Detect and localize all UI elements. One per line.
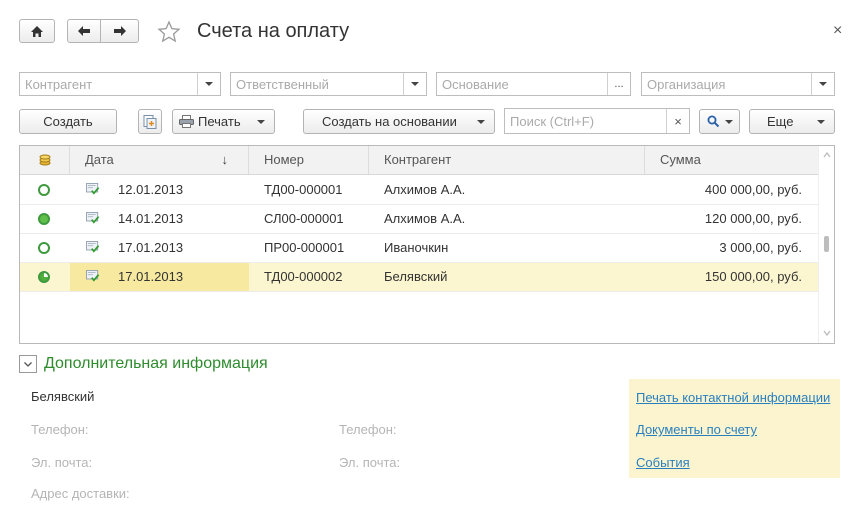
favorite-star-icon[interactable] bbox=[157, 20, 181, 44]
create-based-on-label: Создать на основании bbox=[322, 114, 457, 129]
printer-icon bbox=[179, 115, 194, 128]
phone-label-secondary: Телефон: bbox=[339, 422, 397, 437]
email-label-secondary: Эл. почта: bbox=[339, 455, 401, 470]
scroll-up-icon[interactable] bbox=[819, 150, 835, 160]
posted-document-icon bbox=[86, 183, 100, 195]
phone-label: Телефон: bbox=[31, 422, 89, 437]
date-cell: 17.01.2013 bbox=[70, 263, 249, 291]
arrow-left-icon bbox=[78, 26, 90, 36]
search-input-placeholder: Поиск (Ctrl+F) bbox=[510, 113, 595, 129]
payment-status-icon bbox=[38, 242, 50, 254]
amount-cell: 400 000,00, руб. bbox=[704, 182, 802, 197]
basis-filter[interactable]: Основание ... bbox=[436, 72, 631, 96]
date-cell: 17.01.2013 bbox=[70, 234, 249, 262]
email-label: Эл. почта: bbox=[31, 455, 93, 470]
coins-icon bbox=[39, 154, 51, 166]
basis-filter-placeholder: Основание bbox=[442, 76, 509, 92]
create-button[interactable]: Создать bbox=[19, 109, 117, 134]
chevron-down-icon bbox=[817, 120, 825, 124]
chevron-down-icon[interactable] bbox=[197, 73, 220, 95]
payment-status-icon bbox=[38, 184, 50, 196]
back-button[interactable] bbox=[67, 19, 101, 43]
table-row[interactable]: 14.01.2013 СЛ00-000001 Алхимов А.А. 120 000… bbox=[20, 205, 818, 234]
events-link[interactable]: События bbox=[636, 455, 690, 470]
home-button[interactable] bbox=[19, 19, 55, 43]
date-text: 14.01.2013 bbox=[118, 211, 184, 226]
close-icon[interactable]: × bbox=[833, 22, 842, 40]
scrollbar[interactable] bbox=[818, 146, 834, 343]
number-cell: ПР00-000001 bbox=[264, 240, 345, 255]
amount-cell: 120 000,00, руб. bbox=[704, 211, 802, 226]
contact-name: Белявский bbox=[31, 389, 95, 404]
chevron-down-icon[interactable] bbox=[811, 73, 834, 95]
sort-arrow-icon: ↓ bbox=[221, 152, 229, 167]
scrollbar-thumb[interactable] bbox=[824, 236, 829, 252]
counterparty-column-header[interactable]: Контрагент bbox=[369, 146, 645, 174]
search-options-button[interactable] bbox=[699, 109, 740, 134]
number-cell: ТД00-000002 bbox=[264, 269, 343, 284]
more-button[interactable]: Еще bbox=[749, 109, 835, 134]
chevron-down-icon bbox=[724, 119, 733, 124]
date-column-header[interactable]: Дата ↓ bbox=[70, 146, 249, 174]
invoices-table[interactable]: Дата ↓ Номер Контрагент Сумма 12.01.2013… bbox=[19, 145, 835, 344]
posted-document-icon bbox=[86, 212, 100, 224]
copy-document-icon bbox=[143, 114, 157, 129]
date-cell: 14.01.2013 bbox=[70, 205, 249, 233]
number-column-header[interactable]: Номер bbox=[249, 146, 369, 174]
payment-status-icon bbox=[38, 213, 50, 225]
posted-document-icon bbox=[86, 241, 100, 253]
chevron-down-icon[interactable] bbox=[403, 73, 426, 95]
home-icon bbox=[31, 25, 43, 37]
print-button[interactable]: Печать bbox=[172, 109, 275, 134]
table-row[interactable]: 17.01.2013 ПР00-000001 Иваночкин 3 000,00, … bbox=[20, 234, 818, 263]
print-button-label: Печать bbox=[198, 114, 241, 129]
create-based-on-button[interactable]: Создать на основании bbox=[303, 109, 495, 134]
counterparty-filter[interactable]: Контрагент bbox=[19, 72, 221, 96]
more-button-label: Еще bbox=[767, 114, 794, 129]
number-cell: ТД00-000001 bbox=[264, 182, 343, 197]
date-text: 17.01.2013 bbox=[118, 269, 184, 284]
page-title: Счета на оплату bbox=[197, 20, 350, 42]
table-header: Дата ↓ Номер Контрагент Сумма bbox=[20, 146, 818, 175]
counterparty-cell: Белявский bbox=[384, 269, 448, 284]
delivery-address-label: Адрес доставки: bbox=[31, 486, 130, 501]
forward-button[interactable] bbox=[100, 19, 139, 43]
arrow-right-icon bbox=[113, 26, 126, 36]
chevron-down-icon bbox=[24, 362, 32, 367]
select-ellipsis-button[interactable]: ... bbox=[607, 73, 630, 95]
responsible-filter-placeholder: Ответственный bbox=[236, 76, 329, 92]
counterparty-cell: Иваночкин bbox=[384, 240, 449, 255]
clear-search-icon[interactable]: × bbox=[666, 109, 689, 133]
counterparty-cell: Алхимов А.А. bbox=[384, 182, 466, 197]
invoice-documents-link[interactable]: Документы по счету bbox=[636, 422, 757, 437]
create-copy-button[interactable] bbox=[138, 109, 162, 134]
date-column-label: Дата bbox=[85, 152, 114, 167]
date-text: 12.01.2013 bbox=[118, 182, 184, 197]
posted-document-icon bbox=[86, 270, 100, 282]
status-column-header[interactable] bbox=[20, 146, 70, 174]
date-text: 17.01.2013 bbox=[118, 240, 184, 255]
search-icon bbox=[707, 115, 719, 128]
organization-filter[interactable]: Организация bbox=[641, 72, 835, 96]
table-row[interactable]: 17.01.2013 ТД00-000002 Белявский 150 000,00… bbox=[20, 263, 818, 292]
responsible-filter[interactable]: Ответственный bbox=[230, 72, 427, 96]
organization-filter-placeholder: Организация bbox=[647, 76, 726, 92]
date-cell: 12.01.2013 bbox=[70, 176, 249, 204]
table-row[interactable]: 12.01.2013 ТД00-000001 Алхимов А.А. 400 000… bbox=[20, 176, 818, 205]
counterparty-cell: Алхимов А.А. bbox=[384, 211, 466, 226]
counterparty-filter-placeholder: Контрагент bbox=[25, 76, 93, 92]
chevron-down-icon bbox=[257, 120, 265, 124]
amount-cell: 3 000,00, руб. bbox=[719, 240, 802, 255]
search-input[interactable]: Поиск (Ctrl+F) × bbox=[504, 108, 690, 134]
amount-column-header[interactable]: Сумма bbox=[645, 146, 818, 174]
details-title[interactable]: Дополнительная информация bbox=[44, 355, 268, 373]
scroll-down-icon[interactable] bbox=[819, 328, 835, 338]
print-contact-info-link[interactable]: Печать контактной информации bbox=[636, 390, 830, 405]
amount-cell: 150 000,00, руб. bbox=[704, 269, 802, 284]
payment-status-icon bbox=[38, 271, 50, 283]
chevron-down-icon bbox=[477, 120, 485, 124]
number-cell: СЛ00-000001 bbox=[264, 211, 344, 226]
details-toggle-button[interactable] bbox=[19, 355, 37, 373]
